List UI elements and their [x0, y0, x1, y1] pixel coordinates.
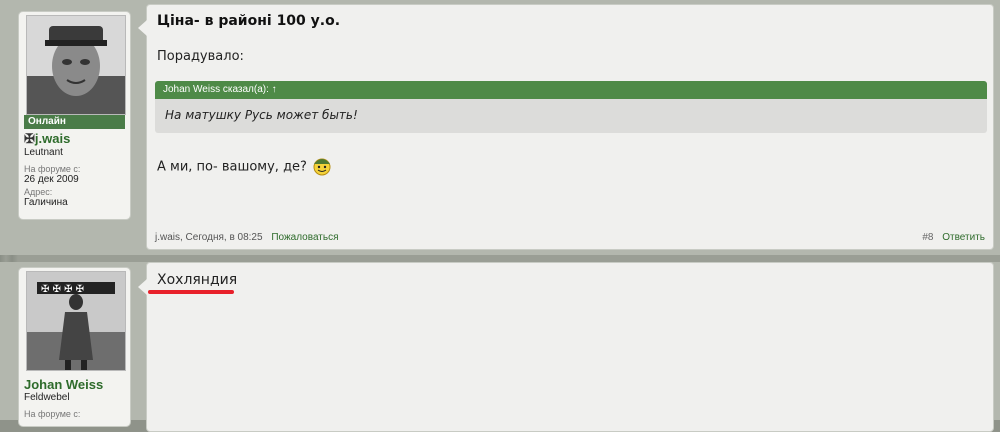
location-label: Адрес:	[24, 187, 53, 197]
svg-text:✠ ✠ ✠ ✠: ✠ ✠ ✠ ✠	[41, 284, 84, 295]
footer-right: #8 Ответить	[922, 232, 985, 243]
reply-link[interactable]: Ответить	[942, 232, 985, 243]
joined-label: На форуме с:	[24, 409, 81, 419]
joined-label: На форуме с:	[24, 164, 81, 174]
message-footer: j.wais, Сегодня, в 08:25 Пожаловаться #8…	[155, 232, 985, 243]
joined-value: 26 дек 2009	[24, 174, 79, 185]
speech-arrow	[138, 279, 147, 295]
speech-arrow	[138, 20, 147, 36]
iron-cross-icon: ✠	[24, 131, 35, 146]
soldier-smiley-icon	[311, 154, 333, 180]
user-rank: Feldwebel	[24, 392, 70, 403]
message-line: Порадувало:	[157, 49, 244, 64]
avatar-image	[27, 16, 125, 114]
avatar-image: ✠ ✠ ✠ ✠	[27, 272, 125, 370]
user-panel: Онлайн ✠j.wais Leutnant На форуме с: 26 …	[18, 11, 131, 220]
message-text: Хохляндия	[157, 272, 238, 288]
username[interactable]: Johan Weiss	[24, 377, 125, 392]
quote-body: На матушку Русь может быть!	[155, 99, 987, 133]
online-status: Онлайн	[24, 115, 125, 129]
report-link[interactable]: Пожаловаться	[271, 232, 338, 243]
avatar[interactable]: ✠ ✠ ✠ ✠	[26, 271, 126, 371]
message-line: А ми, по- вашому, де?	[157, 154, 333, 180]
avatar[interactable]	[26, 15, 126, 115]
user-rank: Leutnant	[24, 147, 63, 158]
post-meta[interactable]: j.wais, Сегодня, в 08:25	[155, 232, 263, 243]
user-panel: ✠ ✠ ✠ ✠ Johan Weiss Feldwebel На форуме …	[18, 267, 131, 427]
post-number[interactable]: #8	[922, 232, 933, 243]
red-underline-annotation	[148, 290, 234, 294]
message-title: Ціна- в районі 100 у.о.	[157, 13, 341, 29]
username[interactable]: ✠j.wais	[24, 131, 125, 147]
quote-header[interactable]: Johan Weiss сказал(а): ↑	[155, 81, 987, 99]
message-box: Ціна- в районі 100 у.о. Порадувало: Joha…	[138, 4, 994, 250]
message-box: Хохляндия	[138, 262, 994, 432]
location-value: Галичина	[24, 197, 68, 208]
